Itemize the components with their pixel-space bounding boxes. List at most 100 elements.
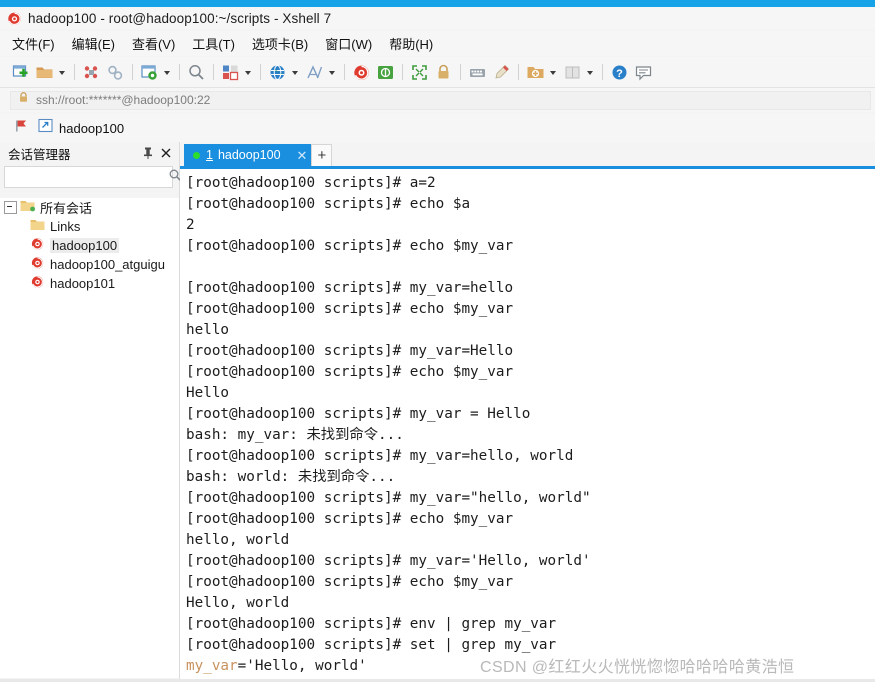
terminal-line: [root@hadoop100 scripts]# a=2 <box>186 175 436 191</box>
collapse-expander-icon[interactable] <box>4 201 17 214</box>
menu-edit[interactable]: 编辑(E) <box>72 34 115 53</box>
add-to-folder-chevron-down-icon[interactable] <box>549 62 558 83</box>
toolbar-separator <box>518 64 519 80</box>
menu-window[interactable]: 窗口(W) <box>325 34 372 53</box>
xshell-window: hadoop100 - root@hadoop100:~/scripts - X… <box>0 0 875 682</box>
toolbar: ? <box>0 57 875 88</box>
terminal-line: hello <box>186 322 230 338</box>
terminal-line: [root@hadoop100 scripts]# echo $my_var <box>186 364 514 380</box>
address-input[interactable]: ssh://root:*******@hadoop100:22 <box>10 90 871 110</box>
toolbar-separator <box>402 64 403 80</box>
terminal-line: bash: my_var: 未找到命令... <box>186 427 404 443</box>
grid-chevron-down-icon[interactable] <box>586 62 595 83</box>
session-bar-label[interactable]: hadoop100 <box>59 121 124 136</box>
toolbar-separator <box>260 64 261 80</box>
xshell-session-icon <box>30 256 45 273</box>
svg-text:?: ? <box>616 68 623 80</box>
terminal-output[interactable]: [root@hadoop100 scripts]# a=2 [root@hado… <box>180 169 875 682</box>
menu-file[interactable]: 文件(F) <box>12 34 55 53</box>
terminal-line: [root@hadoop100 scripts]# env | grep my_… <box>186 616 557 632</box>
terminal-panel: 1 hadoop100 ✕ + [root@hadoop100 scripts]… <box>180 142 875 682</box>
terminal-line: Hello, world <box>186 595 290 611</box>
menu-tools[interactable]: 工具(T) <box>192 34 235 53</box>
pin-icon[interactable] <box>141 146 155 160</box>
help-icon[interactable]: ? <box>609 62 630 83</box>
comment-icon[interactable] <box>633 62 654 83</box>
terminal-line: bash: world: 未找到命令... <box>186 469 396 485</box>
menu-view[interactable]: 查看(V) <box>132 34 175 53</box>
menu-tab[interactable]: 选项卡(B) <box>252 34 308 53</box>
grid-icon[interactable] <box>562 62 583 83</box>
terminal-line: Hello <box>186 385 230 401</box>
session-tree: 所有会话 Links hadoop100 hadoop100_atguigu h… <box>0 198 179 678</box>
close-icon[interactable] <box>159 146 173 160</box>
globe-icon[interactable] <box>267 62 288 83</box>
terminal-line: [root@hadoop100 scripts]# my_var = Hello <box>186 406 531 422</box>
font-icon[interactable] <box>304 62 325 83</box>
search-input[interactable] <box>9 169 168 185</box>
session-properties-icon[interactable] <box>139 62 160 83</box>
keyboard-icon[interactable] <box>467 62 488 83</box>
toolbar-separator <box>602 64 603 80</box>
open-folder-chevron-down-icon[interactable] <box>58 62 67 83</box>
terminal-line: [root@hadoop100 scripts]# my_var=hello <box>186 280 514 296</box>
globe-chevron-down-icon[interactable] <box>291 62 300 83</box>
red-flag-icon[interactable] <box>14 118 30 139</box>
terminal-line: [root@hadoop100 scripts]# my_var='Hello,… <box>186 553 591 569</box>
new-session-icon[interactable] <box>10 62 31 83</box>
toolbar-separator <box>179 64 180 80</box>
highlight-pen-icon[interactable] <box>491 62 512 83</box>
session-search-box[interactable] <box>4 166 181 188</box>
tree-item-hadoop100[interactable]: hadoop100 <box>0 236 179 255</box>
xftp-icon[interactable] <box>375 62 396 83</box>
toolbar-separator <box>74 64 75 80</box>
menu-help[interactable]: 帮助(H) <box>389 34 433 53</box>
folder-icon <box>30 218 45 235</box>
find-icon[interactable] <box>186 62 207 83</box>
terminal-line: 2 <box>186 217 195 233</box>
terminal-line: [root@hadoop100 scripts]# echo $my_var <box>186 511 514 527</box>
font-chevron-down-icon[interactable] <box>328 62 337 83</box>
terminal-line: [root@hadoop100 scripts]# my_var=hello, … <box>186 448 574 464</box>
green-connected-dot <box>193 151 200 159</box>
terminal-line: [root@hadoop100 scripts]# echo $my_var <box>186 301 514 317</box>
xshell-session-icon <box>30 275 45 292</box>
toolbar-separator <box>213 64 214 80</box>
toolbar-separator <box>460 64 461 80</box>
tree-item-hadoop100-atguigu[interactable]: hadoop100_atguigu <box>0 255 179 274</box>
session-window-icon[interactable] <box>38 118 53 138</box>
address-bar[interactable]: ssh://root:*******@hadoop100:22 <box>0 88 875 112</box>
open-folder-icon[interactable] <box>34 62 55 83</box>
session-manager-header: 会话管理器 <box>0 142 179 164</box>
xshell-icon[interactable] <box>351 62 372 83</box>
terminal-tab-hadoop100[interactable]: 1 hadoop100 ✕ <box>184 144 312 166</box>
tree-item-label: hadoop100_atguigu <box>50 257 165 272</box>
xshell-session-icon <box>30 237 45 254</box>
tree-item-links[interactable]: Links <box>0 217 179 236</box>
tree-item-label: hadoop100 <box>50 238 120 253</box>
lock-icon <box>17 91 30 109</box>
window-title: hadoop100 - root@hadoop100:~/scripts - X… <box>28 10 332 26</box>
xshell-icon <box>7 11 22 26</box>
tree-item-all-sessions[interactable]: 所有会话 <box>0 198 179 217</box>
close-icon[interactable]: ✕ <box>297 149 308 162</box>
add-to-folder-icon[interactable] <box>525 62 546 83</box>
layout-icon[interactable] <box>220 62 241 83</box>
toolbar-separator <box>344 64 345 80</box>
lock-icon[interactable] <box>433 62 454 83</box>
folder-all-sessions-icon <box>20 199 35 216</box>
new-tab-button[interactable]: + <box>311 144 333 166</box>
session-manager-panel: 会话管理器 所有会话 Links hadoop100 hadoop100_atg… <box>0 142 181 682</box>
session-bar: hadoop100 <box>0 114 875 142</box>
terminal-line-rest: ='Hello, world' <box>237 658 367 674</box>
fullscreen-icon[interactable] <box>409 62 430 83</box>
terminal-line: [root@hadoop100 scripts]# echo $my_var <box>186 238 514 254</box>
link-icon[interactable] <box>105 62 126 83</box>
transfer-icon[interactable] <box>81 62 102 83</box>
terminal-line: [root@hadoop100 scripts]# echo $my_var <box>186 574 514 590</box>
window-accent-strip <box>0 0 875 7</box>
tree-item-hadoop101[interactable]: hadoop101 <box>0 274 179 293</box>
session-properties-chevron-down-icon[interactable] <box>163 62 172 83</box>
layout-chevron-down-icon[interactable] <box>244 62 253 83</box>
